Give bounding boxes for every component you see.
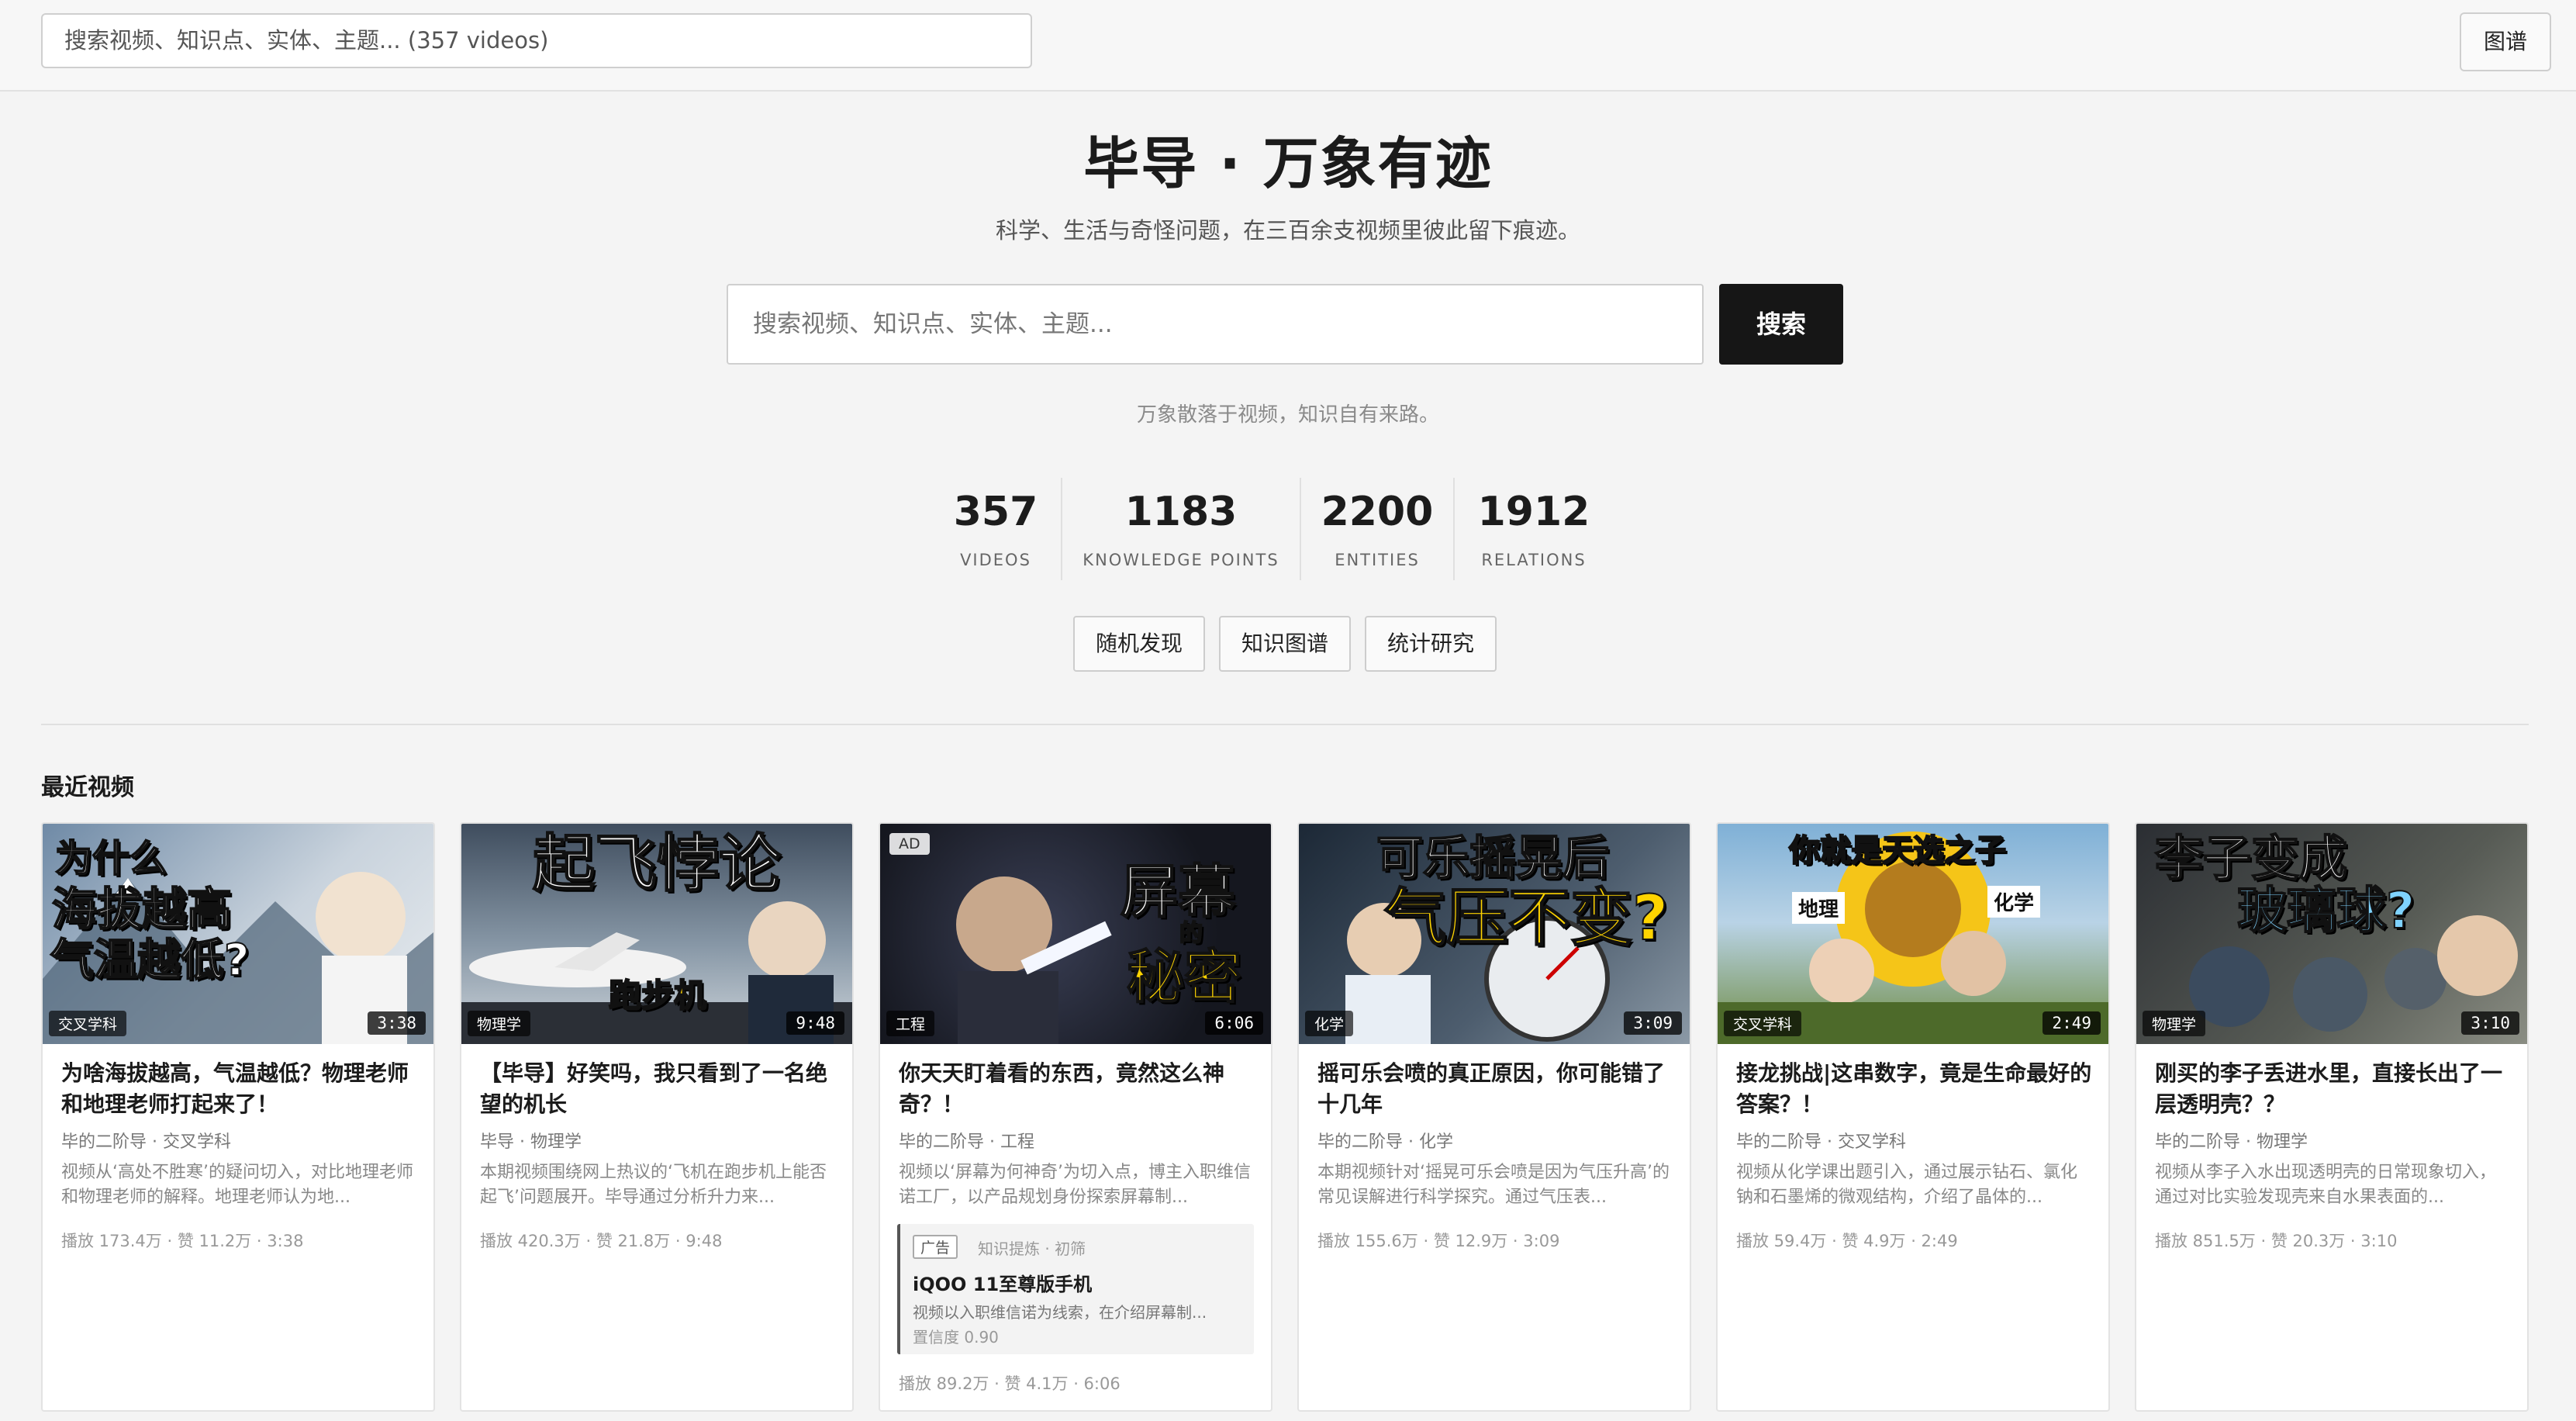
duration-badge: 3:38	[368, 1011, 426, 1035]
stat-value: 357	[953, 489, 1038, 535]
video-card[interactable]: 起飞悖论 跑步机 物理学 9:48 【毕导】好笑吗，我只看到了一名绝望的机长 毕…	[460, 822, 854, 1412]
video-title[interactable]: 接龙挑战|这串数字，竟是生命最好的答案？！	[1736, 1058, 2093, 1120]
thumb-caption: 为什么	[54, 837, 167, 880]
video-meta: 播放 89.2万 · 赞 4.1万 · 6:06	[899, 1374, 1121, 1393]
stats-bar: 357 VIDEOS 1183 KNOWLEDGE POINTS 2200 EN…	[931, 473, 1613, 582]
video-card[interactable]: 李子变成 玻璃球? 物理学 3:10 刚买的李子丢进水里，直接长出了一层透明壳？…	[2135, 822, 2529, 1412]
thumb-caption: 屏幕	[1120, 859, 1236, 925]
stat-relations: 1912 RELATIONS	[1455, 473, 1613, 582]
stat-label: VIDEOS	[960, 551, 1031, 569]
category-badge: 工程	[886, 1011, 935, 1036]
video-description: 视频从化学课出题引入，通过展示钻石、氯化钠和石墨烯的微观结构，介绍了晶体的...	[1736, 1163, 2078, 1207]
video-author: 毕的二阶导 · 化学	[1317, 1132, 1453, 1152]
duration-badge: 6:06	[1205, 1011, 1263, 1035]
page-subtitle: 科学、生活与奇怪问题，在三百余支视频里彼此留下痕迹。	[995, 217, 1580, 244]
ad-source: 知识提炼 · 初筛	[978, 1239, 1086, 1258]
video-thumbnail[interactable]: 李子变成 玻璃球? 物理学 3:10	[2136, 824, 2527, 1044]
statistics-button[interactable]: 统计研究	[1365, 616, 1497, 672]
ad-tag: 广告	[913, 1235, 958, 1259]
thumb-caption: 李子变成	[2154, 830, 2348, 887]
video-author: 毕的二阶导 · 工程	[899, 1132, 1034, 1152]
section-divider	[41, 724, 2529, 725]
video-description: 视频以‘屏幕为何神奇’为切入点，博主入职维信诺工厂，以产品规划身份探索屏幕制..…	[899, 1163, 1251, 1207]
video-thumbnail[interactable]: 可乐摇晃后 气压不变? 化学 3:09	[1299, 824, 1690, 1044]
stat-label: ENTITIES	[1335, 551, 1420, 569]
video-title[interactable]: 刚买的李子丢进水里，直接长出了一层透明壳？？	[2155, 1058, 2512, 1120]
category-badge: 物理学	[2143, 1011, 2206, 1036]
thumb-label-chemistry: 化学	[1987, 886, 2041, 918]
thumb-caption: 的	[1179, 920, 1203, 947]
category-badge: 化学	[1305, 1011, 1354, 1036]
thumb-caption: 跑步机	[608, 977, 707, 1015]
ad-product-name: iQOO 11至尊版手机	[913, 1274, 1093, 1295]
thumb-caption: 气温越低?	[50, 935, 250, 986]
map-button[interactable]: 图谱	[2460, 12, 2551, 71]
video-thumbnail[interactable]: 起飞悖论 跑步机 物理学 9:48	[461, 824, 852, 1044]
tagline: 万象散落于视频，知识自有来路。	[1136, 403, 1439, 427]
video-title[interactable]: 【毕导】好笑吗，我只看到了一名绝望的机长	[480, 1058, 837, 1120]
thumb-caption: 可乐摇晃后	[1376, 832, 1610, 886]
ad-confidence: 置信度 0.90	[913, 1328, 999, 1347]
video-card[interactable]: 可乐摇晃后 气压不变? 化学 3:09 摇可乐会喷的真正原因，你可能错了十几年 …	[1297, 822, 1691, 1412]
video-title[interactable]: 摇可乐会喷的真正原因，你可能错了十几年	[1317, 1058, 1674, 1120]
video-author: 毕的二阶导 · 交叉学科	[1736, 1132, 1906, 1152]
video-thumbnail[interactable]: 为什么 海拔越高 气温越低? 交叉学科 3:38	[43, 824, 433, 1044]
stat-label: RELATIONS	[1481, 551, 1587, 569]
video-meta: 播放 155.6万 · 赞 12.9万 · 3:09	[1317, 1232, 1560, 1250]
category-badge: 交叉学科	[49, 1011, 127, 1036]
main-search-input[interactable]: 搜索视频、知识点、实体、主题...	[727, 284, 1704, 365]
video-card[interactable]: 你就是天选之子 地理 化学 交叉学科 2:49 接龙挑战|这串数字，竟是生命最好…	[1716, 822, 2110, 1412]
stat-label: KNOWLEDGE POINTS	[1083, 551, 1279, 569]
stat-value: 2200	[1321, 489, 1434, 535]
duration-badge: 2:49	[2042, 1011, 2101, 1035]
video-title[interactable]: 你天天盯着看的东西，竟然这么神奇？！	[899, 1058, 1255, 1120]
duration-badge: 9:48	[786, 1011, 844, 1035]
video-meta: 播放 173.4万 · 赞 11.2万 · 3:38	[61, 1232, 304, 1250]
duration-badge: 3:10	[2461, 1011, 2519, 1035]
video-thumbnail[interactable]: AD 屏幕 的 秘密 工程 6:06	[880, 824, 1271, 1044]
section-title-recent-videos: 最近视频	[41, 774, 134, 801]
video-description: 视频从李子入水出现透明壳的日常现象切入，通过对比实验发现壳来自水果表面的...	[2155, 1163, 2497, 1207]
page-title: 毕导 · 万象有迹	[1083, 131, 1493, 196]
stat-value: 1912	[1477, 489, 1590, 535]
video-card[interactable]: AD 屏幕 的 秘密 工程 6:06 你天天盯着看的东西，竟然这么神奇？！ 毕的…	[879, 822, 1272, 1412]
video-author: 毕的二阶导 · 交叉学科	[61, 1132, 231, 1152]
thumb-label-geography: 地理	[1792, 892, 1846, 924]
search-button[interactable]: 搜索	[1719, 284, 1843, 365]
video-meta: 播放 851.5万 · 赞 20.3万 · 3:10	[2155, 1232, 2398, 1250]
video-author: 毕导 · 物理学	[480, 1132, 582, 1152]
video-description: 本期视频围绕网上热议的‘飞机在跑步机上能否起飞’问题展开。毕导通过分析升力来..…	[480, 1163, 827, 1207]
stat-value: 1183	[1124, 489, 1238, 535]
thumb-caption: 秘密	[1126, 944, 1242, 1011]
top-search-input[interactable]: 搜索视频、知识点、实体、主题... (357 videos)	[41, 13, 1032, 68]
thumb-caption: 起飞悖论	[532, 828, 782, 900]
video-meta: 播放 420.3万 · 赞 21.8万 · 9:48	[480, 1232, 723, 1250]
thumb-caption: 气压不变?	[1383, 882, 1669, 954]
video-author: 毕的二阶导 · 物理学	[2155, 1132, 2308, 1152]
ad-info-block[interactable]: 广告 知识提炼 · 初筛 iQOO 11至尊版手机 视频以入职维信诺为线索，在介…	[897, 1224, 1254, 1354]
thumb-caption: 你就是天选之子	[1788, 833, 2007, 869]
ad-badge: AD	[889, 833, 930, 855]
top-bar: 搜索视频、知识点、实体、主题... (357 videos) 图谱	[0, 0, 2576, 92]
random-discover-button[interactable]: 随机发现	[1073, 616, 1205, 672]
video-thumbnail[interactable]: 你就是天选之子 地理 化学 交叉学科 2:49	[1718, 824, 2108, 1044]
ad-description: 视频以入职维信诺为线索，在介绍屏幕制...	[913, 1303, 1207, 1322]
duration-badge: 3:09	[1624, 1011, 1682, 1035]
video-meta: 播放 59.4万 · 赞 4.9万 · 2:49	[1736, 1232, 1958, 1250]
knowledge-graph-button[interactable]: 知识图谱	[1219, 616, 1351, 672]
stat-knowledge-points: 1183 KNOWLEDGE POINTS	[1062, 473, 1300, 582]
video-title[interactable]: 为啥海拔越高，气温越低？物理老师和地理老师打起来了！	[61, 1058, 418, 1120]
stat-videos: 357 VIDEOS	[931, 473, 1061, 582]
video-card[interactable]: 为什么 海拔越高 气温越低? 交叉学科 3:38 为啥海拔越高，气温越低？物理老…	[41, 822, 435, 1412]
thumb-caption: 玻璃球?	[2236, 883, 2415, 940]
thumb-caption: 海拔越高	[51, 883, 233, 935]
category-badge: 物理学	[468, 1011, 531, 1036]
category-badge: 交叉学科	[1724, 1011, 1802, 1036]
video-description: 本期视频针对‘摇晃可乐会喷是因为气压升高’的常见误解进行科学探究。通过气压表..…	[1317, 1163, 1670, 1207]
stat-entities: 2200 ENTITIES	[1301, 473, 1453, 582]
video-description: 视频从‘高处不胜寒’的疑问切入，对比地理老师和物理老师的解释。地理老师认为地..…	[61, 1163, 413, 1207]
